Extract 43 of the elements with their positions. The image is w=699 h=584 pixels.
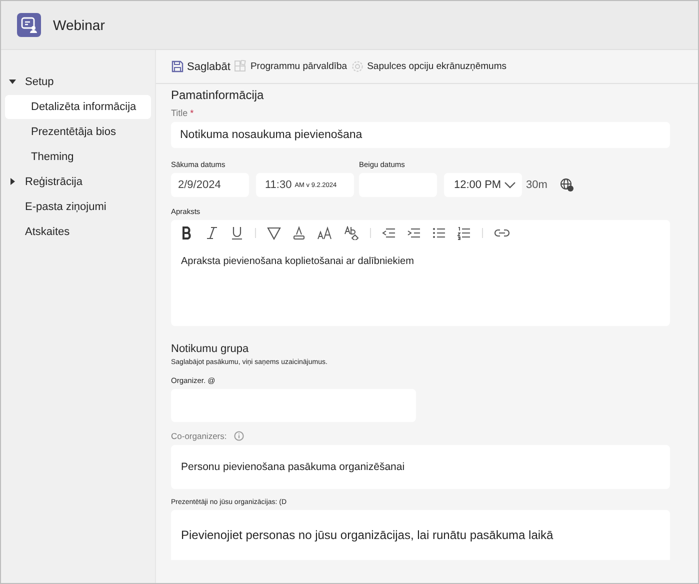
caret-down-icon[interactable] xyxy=(9,78,16,85)
bullet-list-icon[interactable] xyxy=(432,226,446,240)
numbered-list-icon[interactable] xyxy=(457,226,471,240)
section-heading: Notikumu grupa xyxy=(171,343,250,355)
info-icon[interactable] xyxy=(234,431,244,441)
title-field[interactable]: Notikuma nosaukuma pievienošana xyxy=(171,122,670,148)
gear-icon xyxy=(351,60,364,73)
sidebar-item[interactable]: E-pasta ziņojumi xyxy=(5,195,151,219)
description-editor[interactable]: Apraksta pievienošana koplietošanai ar dalībniekiem xyxy=(171,220,670,326)
bold-icon[interactable] xyxy=(180,226,194,240)
sidebar-item[interactable]: Theming xyxy=(5,145,151,169)
highlight-icon[interactable] xyxy=(267,226,281,240)
chevron-down-icon xyxy=(504,181,516,189)
save-icon xyxy=(171,60,184,73)
date-field[interactable]: 2/9/2024 xyxy=(171,173,249,197)
description-text: Apraksta pievienošana koplietošanai ar dalībniekiem xyxy=(180,255,415,267)
sidebar-item[interactable]: Prezentētāja bios xyxy=(5,120,151,144)
clear-format-icon[interactable] xyxy=(344,226,359,240)
outdent-icon[interactable] xyxy=(382,226,396,240)
sidebar-item[interactable]: Setup xyxy=(5,70,151,94)
font-size-icon[interactable] xyxy=(317,226,333,240)
sidebar-item[interactable]: Atskaites xyxy=(5,220,151,244)
font-color-icon[interactable] xyxy=(292,226,306,240)
toolbar-button[interactable]: Sapulces opciju ekrānuzņēmums xyxy=(351,60,510,73)
presenters-field[interactable]: Pievienojiet personas no jūsu organizācijas, lai runātu pasākuma laikā xyxy=(171,510,670,560)
field-label: Title * xyxy=(171,108,195,118)
section-heading: Pamatinformācija xyxy=(171,88,265,102)
apps-icon xyxy=(234,60,248,73)
toolbar-button[interactable]: Programmu pārvaldība xyxy=(234,60,352,73)
field-label: Co-organizers: xyxy=(171,431,227,441)
duration-text: 30m xyxy=(526,179,548,191)
indent-icon[interactable] xyxy=(407,226,421,240)
toolbar-button[interactable]: Saglabāt xyxy=(171,44,234,88)
caret-right-icon[interactable] xyxy=(9,178,16,185)
sidebar-item[interactable]: Reģistrācija xyxy=(5,170,151,194)
underline-icon[interactable] xyxy=(230,226,244,240)
italic-icon[interactable] xyxy=(205,226,219,240)
globe-icon[interactable] xyxy=(560,178,574,192)
coorganizers-field[interactable]: Personu pievienošana pasākuma organizēšanai xyxy=(171,445,670,489)
time-dropdown[interactable]: 12:00 PM xyxy=(444,173,522,197)
sidebar-item[interactable]: Detalizēta informācija xyxy=(5,95,151,119)
app-title: Webinar xyxy=(53,17,105,33)
app-logo-icon xyxy=(17,13,41,37)
